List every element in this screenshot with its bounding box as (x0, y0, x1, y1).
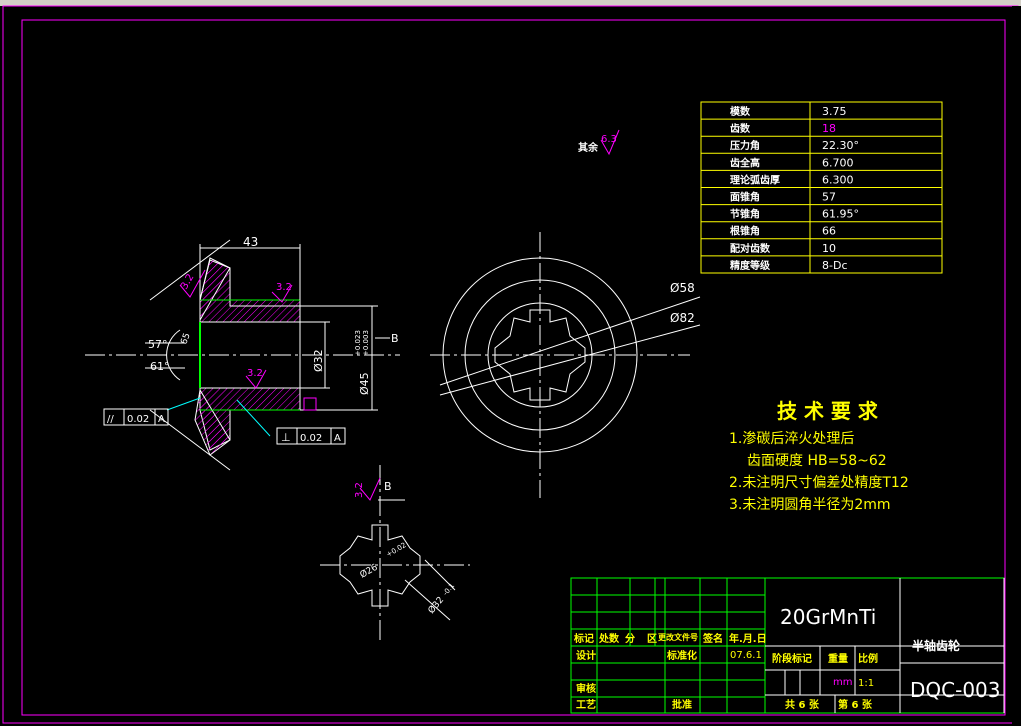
gear-parameter-table: 模数 3.75 齿数 18 压力角 22.30° 齿全高 6.700 理论弧齿厚 6.300 面锥角… (700, 101, 943, 274)
header-signature: 签名 (702, 632, 723, 645)
drawing-number: DQC-003 (910, 678, 1001, 702)
other-surfaces-label: 其余 (578, 141, 599, 154)
datum-b2-label: B (384, 480, 392, 493)
gear-table-value: 22.30° (822, 139, 859, 152)
tech-requirement-1-detail: 齿面硬度 HB=58~62 (747, 453, 887, 469)
dim-angle-57: 57° (148, 338, 168, 351)
tech-requirement-3: 3.未注明圆角半径为2mm (729, 497, 891, 513)
header-count: 处数 (598, 632, 620, 645)
gear-table-label: 根锥角 (730, 225, 760, 238)
dim-angle-61: 61° (150, 360, 170, 373)
sheets-total: 共 6 张 (785, 698, 820, 711)
gear-table-value: 10 (822, 242, 836, 255)
dim-dia-82: Ø82 (670, 311, 695, 325)
gear-table-value: 8-Dc (822, 259, 848, 272)
datum-b-label: B (391, 332, 399, 345)
header-change-doc: 更改文件号 (658, 632, 698, 642)
tolerance-perp-value: 0.02 (300, 433, 322, 444)
tol-dia-26: +0.02 (385, 541, 408, 559)
scale-value: 1:1 (858, 678, 874, 689)
gear-table-label: 精度等级 (730, 259, 771, 272)
roughness-value-2: 3.2 (276, 282, 292, 293)
gear-table-label: 面锥角 (730, 191, 760, 204)
gear-table-label: 配对齿数 (730, 242, 771, 255)
tolerance-parallel-value: 0.02 (127, 414, 149, 425)
header-mark: 标记 (573, 632, 594, 645)
dim-angle-65: 65 (179, 332, 192, 346)
gear-table-label: 理论弧齿厚 (730, 173, 780, 186)
design-label: 设计 (576, 649, 596, 662)
gear-table-value: 66 (822, 225, 836, 238)
dim-dia-58: Ø58 (670, 281, 695, 295)
roughness-value-other: 6.3 (601, 134, 617, 145)
tolerance-parallel-datum: A (158, 414, 165, 425)
tech-requirement-1: 1.渗碳后淬火处理后 (729, 431, 854, 447)
gear-table-value: 6.700 (822, 156, 854, 169)
tech-requirements-title: 技 术 要 求 (777, 399, 879, 423)
section-view (85, 239, 400, 471)
tol-dia-32b: -0.1 (441, 582, 456, 598)
tol-dia-45-upper: +0.023 (354, 330, 362, 356)
roughness-value-4: 3.2 (354, 482, 365, 498)
tol-dia-45-lower: +0.003 (362, 330, 370, 356)
material-name: 20GrMnTi (780, 605, 876, 629)
approve-label: 批准 (672, 698, 692, 711)
sheet-number: 第 6 张 (838, 698, 873, 711)
gear-table-value: 3.75 (822, 105, 847, 118)
header-date: 年.月.日 (729, 632, 767, 645)
header-zone: 区 (647, 633, 657, 645)
gear-table-label: 模数 (730, 105, 751, 118)
header-divide: 分 (625, 632, 635, 645)
roughness-value-1: 3.2 (179, 272, 196, 291)
review-label: 审核 (576, 682, 596, 695)
dim-width-43: 43 (243, 235, 258, 249)
gear-table-label: 齿全高 (730, 156, 760, 169)
scale-label: 比例 (858, 652, 878, 665)
roughness-value-3: 3.2 (247, 368, 263, 379)
design-date: 07.6.1 (730, 650, 762, 661)
dim-dia-32: Ø32 (312, 349, 325, 372)
gear-table-value: 18 (822, 122, 836, 135)
gear-table-label: 节锥角 (730, 208, 760, 221)
tech-requirement-2: 2.未注明尺寸偏差处精度T12 (729, 475, 909, 491)
right-scroll-edge[interactable] (1012, 6, 1021, 726)
tolerance-perp-symbol: ⊥ (281, 431, 291, 444)
dim-dia-45: Ø45 (358, 372, 371, 395)
gear-table-value: 57 (822, 191, 836, 204)
stage-mark-label: 阶段标记 (772, 652, 812, 665)
tolerance-perp-datum: A (334, 433, 341, 444)
standardize-label: 标准化 (666, 649, 697, 662)
unit-value: mm (833, 677, 852, 688)
gear-table-value: 61.95° (822, 208, 859, 221)
tolerance-parallel-symbol: // (107, 414, 114, 425)
gear-table-value: 6.300 (822, 173, 854, 186)
weight-label: 重量 (828, 652, 848, 665)
part-name: 半轴齿轮 (912, 638, 961, 653)
front-view (430, 232, 701, 498)
cad-drawing-canvas[interactable]: 43 57° 61° 65 Ø32 Ø45 +0.023 +0.003 B 3.… (0, 0, 1021, 726)
process-label: 工艺 (576, 698, 596, 711)
gear-table-label: 压力角 (730, 139, 760, 152)
dim-dia-32b: Ø32 (426, 595, 446, 616)
gear-table-label: 齿数 (730, 122, 751, 135)
